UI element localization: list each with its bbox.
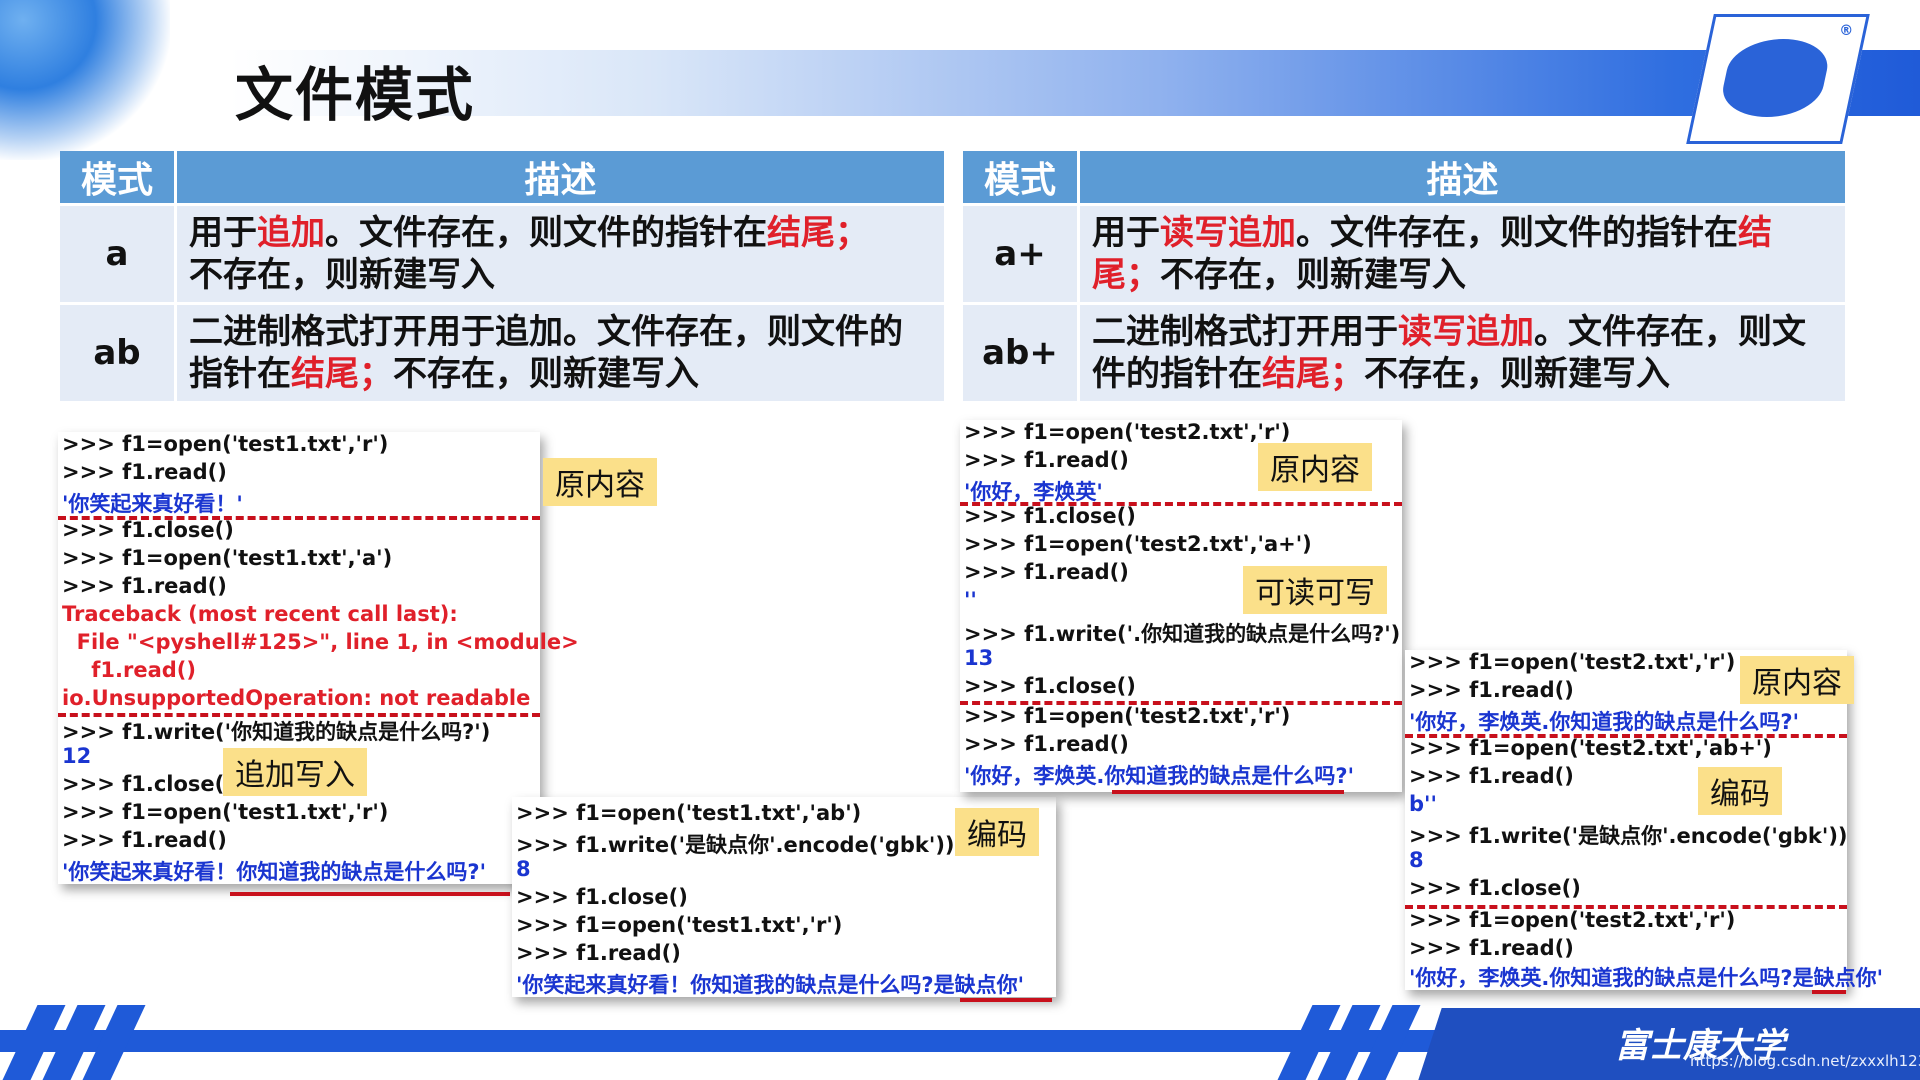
shell-output: b'' <box>1409 792 1437 816</box>
shell-line: >>> f1.read() <box>516 941 681 965</box>
shell-line: >>> f1=open('test1.txt','r') <box>516 913 843 937</box>
shell-output: 12 <box>62 744 92 768</box>
university-logo: ® <box>1686 14 1870 144</box>
shell-output: 8 <box>1409 848 1424 872</box>
shell-line: >>> f1.read() <box>964 560 1129 584</box>
mode-cell: ab <box>60 305 174 401</box>
shell-line: >>> f1.write('是缺点你'.encode('gbk')) <box>516 833 955 857</box>
shell-line: >>> f1=open('test1.txt','r') <box>62 432 389 456</box>
decorative-petal-graphic <box>0 0 170 160</box>
shell-line: >>> f1.read() <box>1409 678 1574 702</box>
shell-line: >>> f1.write('.你知道我的缺点是什么吗?') <box>964 622 1401 646</box>
shell-output: '你好，李焕英.你知道我的缺点是什么吗?是缺点你' <box>1409 966 1884 990</box>
error-message: io.UnsupportedOperation: not readable <box>62 686 531 710</box>
shell-line: >>> f1.write('是缺点你'.encode('gbk')) <box>1409 824 1848 848</box>
shell-line: >>> f1.close() <box>62 518 234 542</box>
shell-output: '你笑起来真好看！' <box>62 492 243 516</box>
shell-output: '你好，李焕英.你知道我的缺点是什么吗?' <box>1409 710 1800 734</box>
header-mode: 模式 <box>60 151 174 203</box>
table-row: a 用于追加。文件存在，则文件的指针在结尾； 不存在，则新建写入 <box>60 206 944 302</box>
mode-cell: a <box>60 206 174 302</box>
shell-line: >>> f1.read() <box>62 828 227 852</box>
shell-line: >>> f1.close() <box>1409 876 1581 900</box>
description-cell: 用于追加。文件存在，则文件的指针在结尾； 不存在，则新建写入 <box>177 206 944 302</box>
title-gradient-bar <box>230 50 1920 116</box>
mode-cell: a+ <box>963 206 1077 302</box>
shell-line: >>> f1=open('test2.txt','r') <box>964 704 1291 728</box>
mode-cell: ab+ <box>963 305 1077 401</box>
shell-line: >>> f1.write('你知道我的缺点是什么吗?') <box>62 720 491 744</box>
underline-emphasis <box>960 998 1052 1002</box>
header-mode: 模式 <box>963 151 1077 203</box>
label-encode: 编码 <box>955 808 1039 856</box>
shell-line: >>> f1=open('test1.txt','a') <box>62 546 393 570</box>
label-append-write: 追加写入 <box>223 748 367 796</box>
shell-line: >>> f1=open('test2.txt','r') <box>1409 908 1736 932</box>
shell-line: >>> f1.read() <box>62 574 227 598</box>
shell-output: '你好，李焕英.你知道我的缺点是什么吗?' <box>964 764 1355 788</box>
label-encode: 编码 <box>1698 767 1782 815</box>
shell-line: >>> f1.read() <box>964 448 1129 472</box>
mode-table-right: 模式 描述 a+ 用于读写追加。文件存在，则文件的指针在结尾；不存在，则新建写入… <box>960 148 1848 404</box>
logo-mark-icon <box>1716 39 1834 117</box>
shell-line: >>> f1.close() <box>964 504 1136 528</box>
traceback-line: f1.read() <box>62 658 196 682</box>
shell-line: >>> f1.read() <box>1409 764 1574 788</box>
header-description: 描述 <box>177 151 944 203</box>
python-shell-test1-append: >>> f1=open('test1.txt','r') >>> f1.read… <box>58 432 579 884</box>
underline-emphasis <box>1812 990 1846 994</box>
traceback-line: File "<pyshell#125>", line 1, in <module… <box>62 630 579 654</box>
mode-table-left: 模式 描述 a 用于追加。文件存在，则文件的指针在结尾； 不存在，则新建写入 ab… <box>57 148 947 404</box>
shell-line: >>> f1.read() <box>964 732 1129 756</box>
footer-watermark-url: https://blog.csdn.net/zxxxlh123 <box>1690 1052 1920 1070</box>
shell-line: >>> f1.close() <box>62 772 234 796</box>
underline-emphasis <box>230 892 510 896</box>
shell-output: 8 <box>516 857 531 881</box>
shell-line: >>> f1=open('test1.txt','ab') <box>516 801 862 825</box>
shell-line: >>> f1.read() <box>62 460 227 484</box>
shell-output: '你笑起来真好看！你知道我的缺点是什么吗?' <box>62 860 487 884</box>
shell-line: >>> f1.read() <box>1409 936 1574 960</box>
description-cell: 二进制格式打开用于读写追加。文件存在，则文件的指针在结尾；不存在，则新建写入 <box>1080 305 1845 401</box>
table-row: a+ 用于读写追加。文件存在，则文件的指针在结尾；不存在，则新建写入 <box>963 206 1845 302</box>
shell-output: '你笑起来真好看！你知道我的缺点是什么吗?是缺点你' <box>516 973 1025 997</box>
page-title: 文件模式 <box>235 61 476 129</box>
label-original-content: 原内容 <box>1740 656 1854 704</box>
shell-line: >>> f1=open('test2.txt','r') <box>964 420 1291 444</box>
header-description: 描述 <box>1080 151 1845 203</box>
label-original-content: 原内容 <box>1258 443 1372 491</box>
description-cell: 二进制格式打开用于追加。文件存在，则文件的指针在结尾；不存在，则新建写入 <box>177 305 944 401</box>
shell-line: >>> f1=open('test2.txt','a+') <box>964 532 1312 556</box>
table-row: ab 二进制格式打开用于追加。文件存在，则文件的指针在结尾；不存在，则新建写入 <box>60 305 944 401</box>
description-cell: 用于读写追加。文件存在，则文件的指针在结尾；不存在，则新建写入 <box>1080 206 1845 302</box>
label-readable-writable: 可读可写 <box>1243 566 1387 614</box>
shell-line: >>> f1=open('test2.txt','ab+') <box>1409 736 1772 760</box>
label-original-content: 原内容 <box>543 458 657 506</box>
shell-line: >>> f1.close() <box>516 885 688 909</box>
shell-line: >>> f1.close() <box>964 674 1136 698</box>
traceback-line: Traceback (most recent call last): <box>62 602 458 626</box>
registered-mark-icon: ® <box>1839 23 1854 39</box>
shell-output: '' <box>964 588 977 612</box>
table-row: ab+ 二进制格式打开用于读写追加。文件存在，则文件的指针在结尾；不存在，则新建… <box>963 305 1845 401</box>
shell-line: >>> f1=open('test2.txt','r') <box>1409 650 1736 674</box>
shell-line: >>> f1=open('test1.txt','r') <box>62 800 389 824</box>
shell-output: 13 <box>964 646 994 670</box>
underline-emphasis <box>1112 790 1344 794</box>
